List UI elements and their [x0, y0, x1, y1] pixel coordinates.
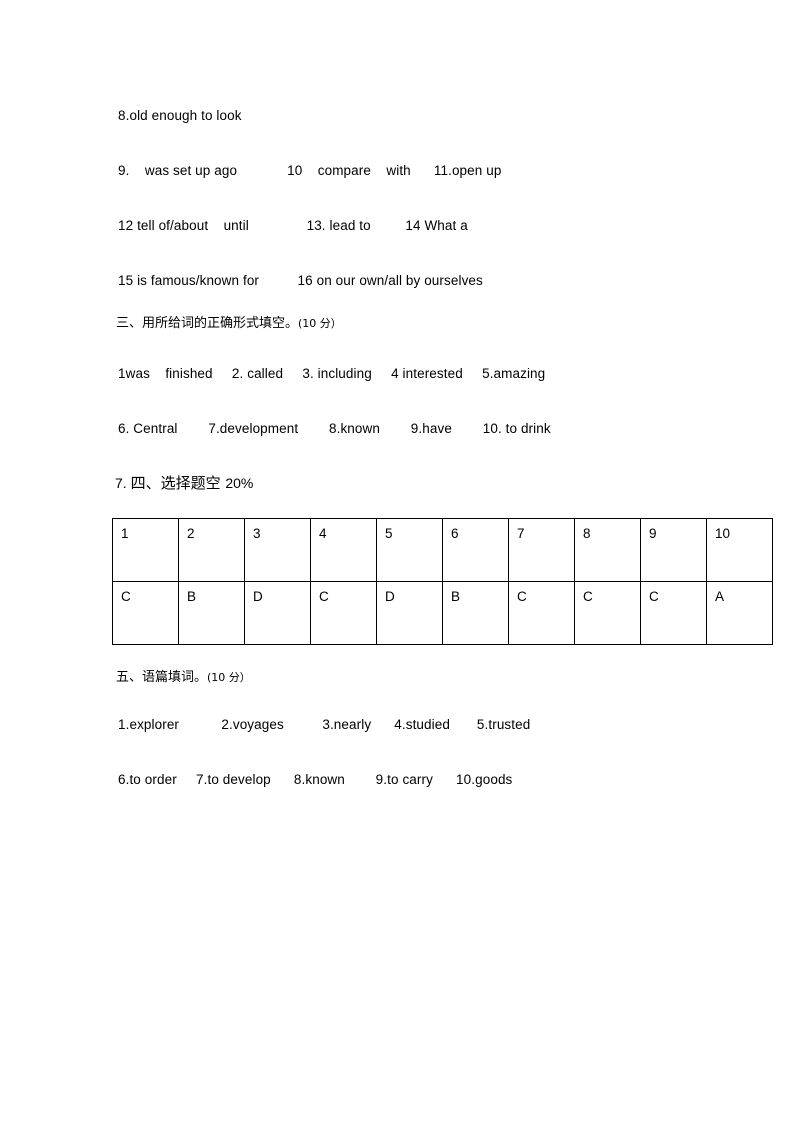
section-five-heading-text: 五、语篇填词。 [116, 670, 208, 685]
table-cell-question-3: 3 [244, 518, 311, 582]
table-cell-question-7: 7 [508, 518, 575, 582]
table-row-question-numbers: 1 2 3 4 5 6 7 8 9 10 [112, 518, 773, 582]
section-five-answers-row-1: 1.explorer 2.voyages 3.nearly 4.studied … [118, 717, 531, 732]
table-cell-answer-5: D [376, 581, 443, 645]
section-four-heading-text: 四、选择题空 [130, 474, 226, 492]
section-three-answers-row-2: 6. Central 7.development 8.known 9.have … [118, 421, 551, 436]
table-cell-answer-3: D [244, 581, 311, 645]
section-three-heading: 三、用所给词的正确形式填空。(10 分） [116, 315, 342, 333]
table-cell-answer-10: A [706, 581, 773, 645]
table-cell-question-1: 1 [112, 518, 179, 582]
section-five-answers-row-2: 6.to order 7.to develop 8.known 9.to car… [118, 772, 513, 787]
answer-table: 1 2 3 4 5 6 7 8 9 10 C B D C D B C C C A [112, 518, 773, 645]
table-cell-answer-7: C [508, 581, 575, 645]
table-cell-question-2: 2 [178, 518, 245, 582]
answer-line-15: 15 is famous/known for 16 on our own/all… [118, 273, 483, 288]
section-five-score: (10 分） [207, 671, 251, 684]
document-page: 8.old enough to look 9. was set up ago 1… [0, 0, 794, 1123]
table-cell-question-9: 9 [640, 518, 707, 582]
section-four-heading: 7. 四、选择题空 20% [115, 473, 253, 493]
table-cell-answer-2: B [178, 581, 245, 645]
section-three-heading-text: 三、用所给词的正确形式填空。 [116, 316, 299, 331]
table-cell-question-8: 8 [574, 518, 641, 582]
table-cell-question-4: 4 [310, 518, 377, 582]
section-four-score: 20% [225, 475, 254, 491]
section-four-prefix: 7. [115, 475, 131, 491]
section-three-score: (10 分） [298, 317, 342, 330]
section-three-answers-row-1: 1was finished 2. called 3. including 4 i… [118, 366, 546, 381]
table-row-answers: C B D C D B C C C A [112, 581, 773, 645]
answer-line-8: 8.old enough to look [118, 108, 242, 123]
answer-line-9: 9. was set up ago 10 compare with 11.ope… [118, 163, 502, 178]
table-cell-question-5: 5 [376, 518, 443, 582]
table-cell-answer-4: C [310, 581, 377, 645]
table-cell-answer-8: C [574, 581, 641, 645]
table-cell-question-6: 6 [442, 518, 509, 582]
table-cell-answer-6: B [442, 581, 509, 645]
answer-line-12: 12 tell of/about until 13. lead to 14 Wh… [118, 218, 468, 233]
table-cell-question-10: 10 [706, 518, 773, 582]
table-cell-answer-1: C [112, 581, 179, 645]
section-five-heading: 五、语篇填词。(10 分） [116, 669, 251, 687]
table-cell-answer-9: C [640, 581, 707, 645]
